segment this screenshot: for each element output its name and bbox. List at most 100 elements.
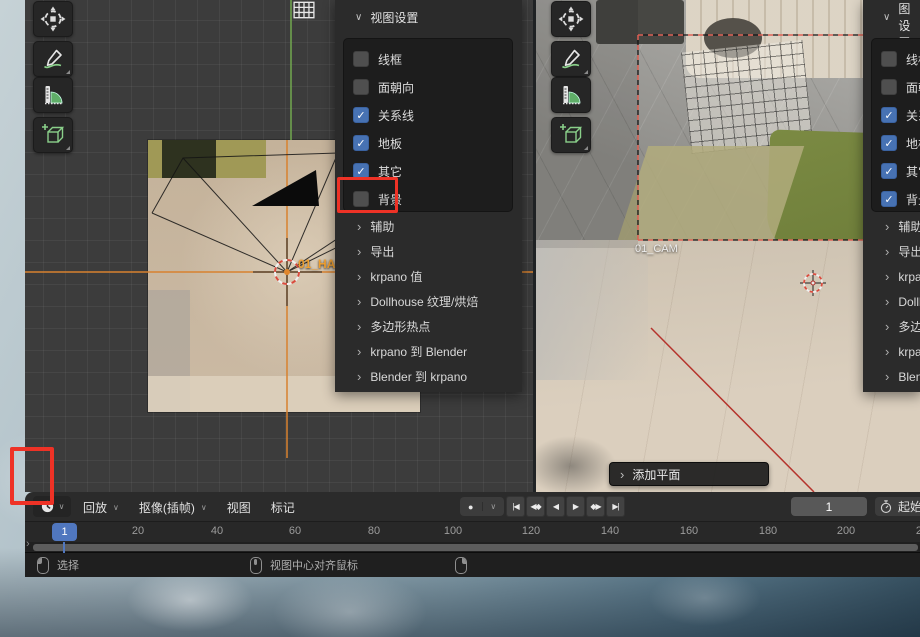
checkbox-label: 面朝向 bbox=[378, 79, 414, 96]
menu-label: 抠像(插帧) bbox=[139, 499, 195, 516]
add-plane-button[interactable]: › 添加平面 bbox=[609, 462, 769, 486]
tool-cursor-button[interactable] bbox=[33, 1, 73, 37]
checkbox-row[interactable]: 面朝向 bbox=[353, 73, 512, 101]
checkbox[interactable] bbox=[881, 107, 897, 123]
checkbox-label: 关系线 bbox=[378, 107, 414, 124]
checkbox-row[interactable]: 背景 bbox=[881, 185, 920, 213]
tool-cursor-button[interactable] bbox=[551, 1, 591, 37]
checkbox-label: 线框 bbox=[378, 51, 402, 68]
playback-button[interactable]: ◆▶ bbox=[586, 496, 605, 517]
panel-header[interactable]: ∨ 视图设置 bbox=[863, 0, 920, 34]
playback-button[interactable]: ▶| bbox=[606, 496, 625, 517]
center-view-hint-label: 视图中心对齐鼠标 bbox=[270, 557, 358, 573]
section-label: 导出 bbox=[370, 243, 394, 260]
grid-overlay-icon[interactable] bbox=[293, 1, 315, 19]
statusbar-select-hint: 选择 bbox=[37, 553, 79, 577]
section-label: Dollhouse 纹理/烘焙 bbox=[370, 293, 478, 310]
panel-section-header[interactable]: › krpano 到 Blender bbox=[863, 339, 920, 364]
tool-measure-button[interactable] bbox=[33, 77, 73, 113]
checkbox-row[interactable]: 其它 bbox=[881, 157, 920, 185]
statusbar-right-mouse-hint bbox=[455, 553, 467, 577]
measure-tool-icon bbox=[559, 83, 583, 107]
start-frame-label: 起始 bbox=[898, 498, 920, 515]
checkbox[interactable] bbox=[353, 135, 369, 151]
checkbox-row[interactable]: 线框 bbox=[353, 45, 512, 73]
panel-section-header[interactable]: › Blender 到 krpano bbox=[863, 364, 920, 389]
panel-section-header[interactable]: › krpano 到 Blender bbox=[335, 339, 522, 364]
chevron-down-icon: ∨ bbox=[355, 12, 362, 23]
panel-section-header[interactable]: › 多边形热点 bbox=[863, 314, 920, 339]
checkbox-row[interactable]: 关系线 bbox=[353, 101, 512, 129]
viewport-right[interactable]: 01_CAM › 添加平面 ∨ 视图设置 bbox=[536, 0, 920, 492]
playback-glyph: ◀◆ bbox=[530, 502, 540, 511]
current-frame-field[interactable]: 1 bbox=[791, 497, 867, 516]
right-mouse-icon bbox=[455, 557, 467, 574]
tool-measure-button[interactable] bbox=[551, 77, 591, 113]
ruler-number: 100 bbox=[444, 525, 462, 537]
checkbox[interactable] bbox=[353, 107, 369, 123]
checkbox-row[interactable]: 地板 bbox=[881, 129, 920, 157]
section-label: Dollhouse 纹理/烘焙 bbox=[898, 293, 920, 310]
playback-glyph: |◀ bbox=[512, 502, 518, 511]
left-mouse-icon bbox=[37, 557, 49, 574]
annotate-tool-icon bbox=[559, 47, 583, 71]
checkbox-row[interactable]: 面朝向 bbox=[881, 73, 920, 101]
panel-section-header[interactable]: › 辅助 bbox=[335, 214, 522, 239]
chevron-down-icon: ∨ bbox=[59, 502, 65, 511]
chevron-down-icon: ∨ bbox=[883, 12, 890, 23]
playback-button[interactable]: |◀ bbox=[506, 496, 525, 517]
panel-section-header[interactable]: › 导出 bbox=[335, 239, 522, 264]
panel-section-header[interactable]: › krpano 值 bbox=[863, 264, 920, 289]
checkbox[interactable] bbox=[353, 79, 369, 95]
tool-annotate-button[interactable] bbox=[33, 41, 73, 77]
ruler-number: 40 bbox=[211, 525, 223, 537]
checkbox[interactable] bbox=[881, 191, 897, 207]
checkbox-label: 地板 bbox=[906, 135, 920, 152]
auto-keying-button[interactable]: ● ∨ bbox=[460, 497, 504, 516]
menu-item[interactable]: 抠像(插帧) ∨ bbox=[129, 495, 217, 520]
panel-section-header[interactable]: › 辅助 bbox=[863, 214, 920, 239]
checkbox[interactable] bbox=[881, 135, 897, 151]
chevron-right-icon: › bbox=[885, 269, 889, 284]
add-plane-label: 添加平面 bbox=[632, 466, 680, 483]
playback-button[interactable]: ◀◆ bbox=[526, 496, 545, 517]
checkbox-row[interactable]: 地板 bbox=[353, 129, 512, 157]
start-frame-field[interactable]: 起始 bbox=[875, 497, 920, 516]
playback-button[interactable]: ▶ bbox=[566, 496, 585, 517]
panel-section-header[interactable]: › Dollhouse 纹理/烘焙 bbox=[335, 289, 522, 314]
checkbox[interactable] bbox=[881, 79, 897, 95]
menu-item[interactable]: 回放 ∨ bbox=[73, 495, 129, 520]
timeline-ruler[interactable]: 1 20406080100120140160180200220 bbox=[25, 522, 920, 542]
menu-item[interactable]: 标记 ∨ bbox=[261, 495, 305, 520]
menu-item[interactable]: 视图 ∨ bbox=[217, 495, 261, 520]
expand-arrow-icon[interactable]: › bbox=[26, 538, 30, 550]
tool-add-cube-button[interactable] bbox=[551, 117, 591, 153]
panel-section-header[interactable]: › krpano 值 bbox=[335, 264, 522, 289]
playback-button[interactable]: ◀ bbox=[546, 496, 565, 517]
section-list: › 辅助 › 导出 › krpano 值 › Dollhouse 纹理/烘焙 ›… bbox=[863, 214, 920, 389]
checkbox[interactable] bbox=[353, 51, 369, 67]
tool-annotate-button[interactable] bbox=[551, 41, 591, 77]
chevron-down-icon: ∨ bbox=[482, 502, 505, 511]
panel-section-header[interactable]: › 导出 bbox=[863, 239, 920, 264]
checkbox[interactable] bbox=[881, 163, 897, 179]
playback-glyph: ▶| bbox=[612, 502, 618, 511]
chevron-right-icon: › bbox=[357, 219, 361, 234]
panel-section-header[interactable]: › 多边形热点 bbox=[335, 314, 522, 339]
chevron-right-icon: › bbox=[885, 244, 889, 259]
checkbox-row[interactable]: 关系线 bbox=[881, 101, 920, 129]
select-hint-label: 选择 bbox=[57, 557, 79, 573]
checkbox[interactable] bbox=[881, 51, 897, 67]
chevron-right-icon: › bbox=[885, 219, 889, 234]
record-icon: ● bbox=[460, 502, 482, 512]
horizontal-scrollbar[interactable] bbox=[33, 544, 918, 551]
panel-header[interactable]: ∨ 视图设置 bbox=[335, 0, 522, 34]
panel-section-header[interactable]: › Dollhouse 纹理/烘焙 bbox=[863, 289, 920, 314]
panel-section-header[interactable]: › Blender 到 krpano bbox=[335, 364, 522, 389]
tool-add-cube-button[interactable] bbox=[33, 117, 73, 153]
checkbox-row[interactable]: 线框 bbox=[881, 45, 920, 73]
section-label: 多边形热点 bbox=[370, 318, 430, 335]
current-frame-badge[interactable]: 1 bbox=[52, 523, 77, 541]
checkbox-label: 背景 bbox=[906, 191, 920, 208]
chevron-down-icon: ∨ bbox=[113, 503, 119, 512]
